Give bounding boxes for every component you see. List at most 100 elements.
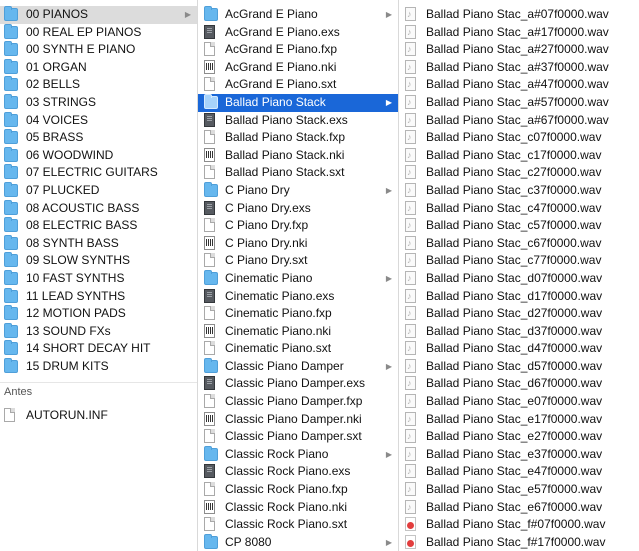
- list-item[interactable]: Ballad Piano Stac_a#67f0000.wav: [399, 112, 639, 129]
- list-item[interactable]: 00 SYNTH E PIANO: [0, 41, 197, 59]
- list-item[interactable]: Ballad Piano Stac_c77f0000.wav: [399, 252, 639, 270]
- list-item[interactable]: Ballad Piano Stac_f#17f0000.wav: [399, 534, 639, 551]
- list-item[interactable]: 13 SOUND FXs: [0, 322, 197, 341]
- list-item[interactable]: Ballad Piano Stac_f#07f0000.wav: [399, 516, 639, 534]
- list-item[interactable]: 09 SLOW SYNTHS: [0, 252, 197, 270]
- list-item[interactable]: AcGrand E Piano.sxt: [198, 76, 398, 94]
- list-item[interactable]: 06 WOODWIND: [0, 146, 197, 165]
- list-item[interactable]: Ballad Piano Stack.fxp: [198, 129, 398, 147]
- list-item[interactable]: AcGrand E Piano.exs: [198, 24, 398, 42]
- list-item[interactable]: Classic Piano Damper.exs: [198, 375, 398, 393]
- list-item[interactable]: Ballad Piano Stac_d37f0000.wav: [399, 323, 639, 340]
- list-item[interactable]: AcGrand E Piano ▶: [198, 6, 398, 24]
- list-item[interactable]: Ballad Piano Stac_a#07f0000.wav: [399, 6, 639, 24]
- list-item[interactable]: 01 ORGAN: [0, 58, 197, 77]
- list-item[interactable]: 11 LEAD SYNTHS: [0, 287, 197, 306]
- list-item[interactable]: Ballad Piano Stac_c17f0000.wav: [399, 147, 639, 164]
- list-item[interactable]: Classic Rock Piano.fxp: [198, 481, 398, 499]
- list-item[interactable]: Ballad Piano Stac_e17f0000.wav: [399, 411, 639, 428]
- list-item[interactable]: Classic Rock Piano.nki: [198, 499, 398, 517]
- folder-icon: [4, 287, 18, 303]
- list-item[interactable]: AcGrand E Piano.fxp: [198, 41, 398, 59]
- list-item[interactable]: Classic Piano Damper.sxt: [198, 428, 398, 446]
- list-item[interactable]: Ballad Piano Stac_a#47f0000.wav: [399, 76, 639, 94]
- list-item[interactable]: Ballad Piano Stac_e07f0000.wav: [399, 393, 639, 411]
- list-item[interactable]: Cinematic Piano.nki: [198, 323, 398, 341]
- list-item[interactable]: Ballad Piano Stack.sxt: [198, 164, 398, 182]
- folder-icon: [4, 23, 18, 39]
- wav-file-icon: [405, 164, 416, 182]
- list-item[interactable]: Ballad Piano Stac_e37f0000.wav: [399, 446, 639, 463]
- list-item[interactable]: Classic Rock Piano.exs: [198, 463, 398, 481]
- list-item[interactable]: 14 SHORT DECAY HIT: [0, 340, 197, 358]
- list-item[interactable]: C Piano Dry.exs: [198, 200, 398, 218]
- folder-icon: [4, 76, 18, 92]
- list-item[interactable]: Classic Rock Piano ▶: [198, 445, 398, 464]
- list-item[interactable]: 03 STRINGS: [0, 93, 197, 112]
- list-item[interactable]: Classic Piano Damper.fxp: [198, 393, 398, 411]
- list-item[interactable]: C Piano Dry.fxp: [198, 217, 398, 235]
- wav-file-icon: [405, 147, 416, 164]
- list-item[interactable]: Classic Rock Piano.sxt: [198, 516, 398, 534]
- list-item[interactable]: 04 VOICES: [0, 111, 197, 130]
- wav-file-icon: [405, 411, 416, 428]
- list-item[interactable]: Ballad Piano Stac_e67f0000.wav: [399, 499, 639, 516]
- list-item[interactable]: Cinematic Piano.fxp: [198, 305, 398, 323]
- column-piano-folder[interactable]: AcGrand E Piano ▶ AcGrand E Piano.exs AcGra…: [198, 0, 399, 551]
- list-item[interactable]: Ballad Piano Stac_a#37f0000.wav: [399, 59, 639, 76]
- list-item[interactable]: Ballad Piano Stack.exs: [198, 112, 398, 130]
- list-item[interactable]: 10 FAST SYNTHS: [0, 269, 197, 288]
- list-item[interactable]: Classic Piano Damper ▶: [198, 357, 398, 376]
- list-item[interactable]: 08 ELECTRIC BASS: [0, 217, 197, 235]
- list-item[interactable]: Ballad Piano Stac_d27f0000.wav: [399, 305, 639, 323]
- list-item[interactable]: Ballad Piano Stac_e47f0000.wav: [399, 463, 639, 481]
- list-item[interactable]: Ballad Piano Stac_c07f0000.wav: [399, 129, 639, 147]
- document-icon: [204, 130, 215, 145]
- list-item-label: 09 SLOW SYNTHS: [26, 253, 131, 268]
- list-item[interactable]: 12 MOTION PADS: [0, 305, 197, 323]
- list-item[interactable]: 07 ELECTRIC GUITARS: [0, 164, 197, 182]
- list-item[interactable]: Classic Piano Damper.nki: [198, 411, 398, 429]
- list-item[interactable]: C Piano Dry.sxt: [198, 252, 398, 270]
- list-item[interactable]: Ballad Piano Stack ▶: [198, 93, 398, 112]
- list-item[interactable]: Ballad Piano Stack.nki: [198, 147, 398, 165]
- list-item[interactable]: Ballad Piano Stac_c27f0000.wav: [399, 164, 639, 182]
- document-icon: [4, 408, 15, 422]
- list-item[interactable]: Ballad Piano Stac_c67f0000.wav: [399, 235, 639, 252]
- list-item[interactable]: Cinematic Piano.exs: [198, 288, 398, 306]
- list-item-label: 15 DRUM KITS: [26, 358, 109, 373]
- list-item[interactable]: Cinematic Piano ▶: [198, 269, 398, 288]
- list-item[interactable]: 08 ACOUSTIC BASS: [0, 199, 197, 218]
- column-folders[interactable]: 00 PIANOS ▶ 00 REAL EP PIANOS 00 SYNTH E PI…: [0, 0, 198, 551]
- list-item[interactable]: 08 SYNTH BASS: [0, 234, 197, 253]
- list-item[interactable]: CP 8080 ▶: [198, 533, 398, 551]
- list-item[interactable]: Ballad Piano Stac_e27f0000.wav: [399, 428, 639, 446]
- list-item[interactable]: C Piano Dry ▶: [198, 181, 398, 200]
- list-item[interactable]: Ballad Piano Stac_d07f0000.wav: [399, 270, 639, 288]
- list-item[interactable]: Ballad Piano Stac_a#17f0000.wav: [399, 24, 639, 41]
- list-item[interactable]: Ballad Piano Stac_a#57f0000.wav: [399, 94, 639, 112]
- list-item[interactable]: 00 PIANOS ▶: [0, 6, 197, 24]
- divider: [0, 382, 197, 383]
- list-item[interactable]: 05 BRASS: [0, 129, 197, 147]
- wav-file-icon: [405, 6, 416, 24]
- list-item[interactable]: Ballad Piano Stac_d67f0000.wav: [399, 375, 639, 393]
- list-item[interactable]: Ballad Piano Stac_c47f0000.wav: [399, 200, 639, 217]
- list-item[interactable]: Ballad Piano Stac_c57f0000.wav: [399, 217, 639, 235]
- list-item[interactable]: Cinematic Piano.sxt: [198, 340, 398, 358]
- list-item[interactable]: AcGrand E Piano.nki: [198, 59, 398, 77]
- list-item[interactable]: C Piano Dry.nki: [198, 235, 398, 253]
- list-item[interactable]: Ballad Piano Stac_d17f0000.wav: [399, 288, 639, 305]
- list-item[interactable]: Ballad Piano Stac_d57f0000.wav: [399, 358, 639, 375]
- list-item[interactable]: 15 DRUM KITS: [0, 357, 197, 376]
- list-item[interactable]: 07 PLUCKED: [0, 181, 197, 200]
- folder-icon: [4, 357, 18, 373]
- list-item[interactable]: Ballad Piano Stac_e57f0000.wav: [399, 481, 639, 499]
- list-item[interactable]: 02 BELLS: [0, 76, 197, 94]
- list-item[interactable]: Ballad Piano Stac_a#27f0000.wav: [399, 41, 639, 59]
- list-item-autorun[interactable]: AUTORUN.INF: [0, 405, 197, 425]
- list-item[interactable]: Ballad Piano Stac_d47f0000.wav: [399, 340, 639, 358]
- list-item[interactable]: Ballad Piano Stac_c37f0000.wav: [399, 182, 639, 200]
- list-item[interactable]: 00 REAL EP PIANOS: [0, 23, 197, 42]
- column-ballad-piano-stack[interactable]: Ballad Piano Stac_a#07f0000.wav Ballad Pi…: [399, 0, 639, 551]
